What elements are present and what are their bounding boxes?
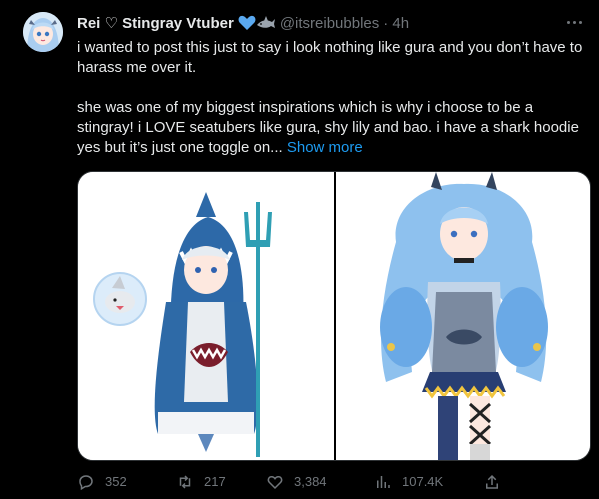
like-count: 3,384 bbox=[294, 474, 327, 489]
view-count: 107.4K bbox=[402, 474, 444, 489]
media-image-1[interactable] bbox=[78, 172, 334, 460]
avatar[interactable] bbox=[23, 12, 63, 52]
retweet-button[interactable]: 217 bbox=[176, 472, 226, 492]
reply-icon bbox=[79, 475, 93, 491]
views-button[interactable]: 107.4K bbox=[374, 472, 443, 492]
timestamp[interactable]: · 4h bbox=[383, 15, 409, 32]
handle[interactable]: @itsreibubbles bbox=[280, 15, 379, 32]
retweet-count: 217 bbox=[204, 474, 226, 489]
action-bar: 352 217 3,384 107.4K bbox=[77, 472, 587, 492]
more-options-icon[interactable] bbox=[565, 14, 585, 30]
shark-icon bbox=[256, 16, 275, 29]
share-button[interactable] bbox=[483, 472, 511, 492]
analytics-icon bbox=[377, 476, 390, 488]
heart-icon bbox=[267, 475, 283, 490]
media-grid bbox=[77, 171, 591, 461]
tweet-text: i wanted to post this just to say i look… bbox=[77, 38, 587, 158]
avatar-image bbox=[23, 12, 63, 52]
share-icon bbox=[486, 474, 498, 489]
display-name[interactable]: Rei ♡ Stingray Vtuber bbox=[77, 15, 234, 32]
tweet-header: Rei ♡ Stingray Vtuber @itsreibubbles · 4h bbox=[77, 12, 589, 36]
anime-shark-hoodie-character-illustration bbox=[78, 172, 334, 460]
reply-count: 352 bbox=[105, 474, 127, 489]
retweet-icon bbox=[179, 475, 191, 489]
tweet[interactable]: Rei ♡ Stingray Vtuber @itsreibubbles · 4h… bbox=[0, 0, 599, 499]
show-more-link[interactable]: Show more bbox=[287, 139, 363, 156]
media-image-2[interactable] bbox=[336, 172, 590, 460]
name-emojis bbox=[238, 11, 276, 35]
blue-heart-icon bbox=[238, 15, 256, 31]
like-button[interactable]: 3,384 bbox=[266, 472, 327, 492]
anime-stingray-character-illustration bbox=[336, 172, 590, 460]
reply-button[interactable]: 352 bbox=[77, 472, 127, 492]
